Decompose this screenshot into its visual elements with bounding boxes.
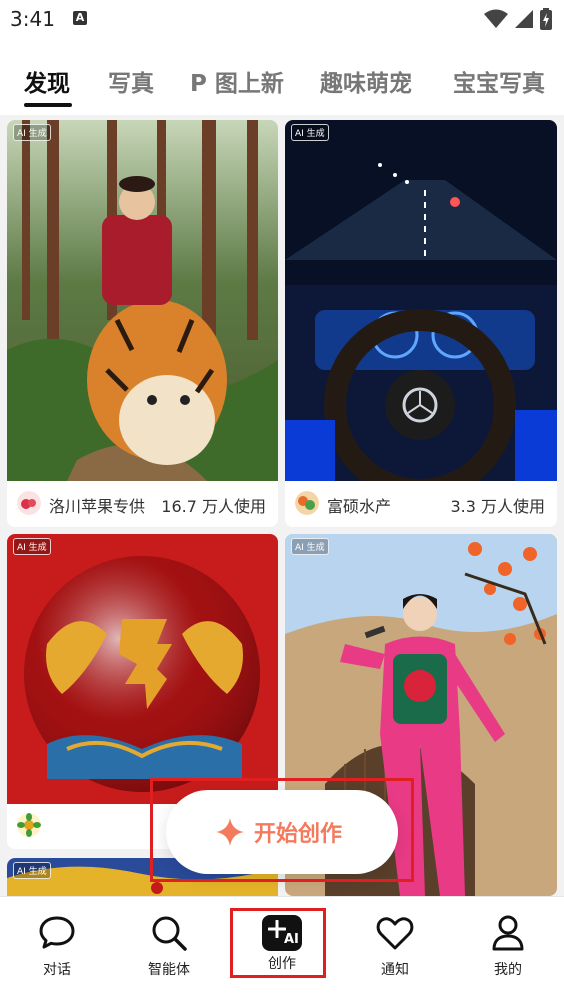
ai-generated-badge: AI 生成 — [13, 538, 51, 555]
card-usage-count: 3.3 万人使用 — [450, 497, 545, 516]
feed-card[interactable]: AI 生成 洛川苹果专供 16.7 万人使用 — [7, 120, 278, 527]
start-creating-label: 开始创作 — [254, 822, 343, 847]
chat-bubble-icon — [39, 916, 75, 949]
nav-item-profile[interactable]: 我的 — [478, 913, 538, 979]
status-time: 3:41 — [10, 7, 55, 31]
tab-portrait[interactable]: 写真 — [108, 64, 154, 98]
tab-baby-portrait[interactable]: 宝宝写真 — [453, 64, 545, 98]
card-footer: 洛川苹果专供 16.7 万人使用 — [7, 481, 278, 527]
card-footer: 富硕水产 3.3 万人使用 — [285, 481, 557, 527]
card-image-car-interior: AI 生成 — [285, 120, 557, 481]
nav-label: 通知 — [381, 962, 409, 978]
tab-discover[interactable]: 发现 — [24, 64, 70, 98]
card-author: 洛川苹果专供 — [49, 497, 146, 516]
nav-label: 对话 — [43, 962, 71, 978]
active-tab-indicator — [24, 103, 72, 107]
avatar — [295, 491, 319, 515]
start-creating-button[interactable]: 开始创作 — [166, 790, 398, 874]
card-image-crystal-ball: AI 生成 — [7, 534, 278, 804]
heart-icon — [376, 917, 414, 950]
avatar — [17, 813, 41, 837]
person-icon — [492, 915, 524, 951]
ai-create-icon: AI — [262, 915, 302, 951]
battery-icon — [540, 8, 552, 30]
nav-item-create[interactable]: AI 创作 — [252, 913, 312, 973]
ai-generated-badge: AI 生成 — [291, 124, 329, 141]
nav-label: 创作 — [268, 956, 296, 972]
avatar — [17, 491, 41, 515]
nav-label: 智能体 — [148, 962, 190, 978]
nav-item-chat[interactable]: 对话 — [27, 913, 87, 979]
nav-label: 我的 — [494, 962, 522, 978]
category-tabs: 发现 写真 P 图上新 趣味萌宠 宝宝写真 — [0, 40, 564, 115]
nav-item-notifications[interactable]: 通知 — [365, 913, 425, 979]
search-icon — [152, 916, 187, 951]
tab-p-image-new[interactable]: P 图上新 — [190, 64, 284, 98]
card-author: 富硕水产 — [327, 497, 392, 516]
status-bar: 3:41 A — [0, 0, 564, 40]
ai-generated-badge: AI 生成 — [13, 862, 51, 879]
wifi-icon — [484, 9, 508, 28]
card-usage-count: 16.7 万人使用 — [161, 497, 266, 516]
system-icons — [484, 8, 552, 30]
card-image-tiger-rider: AI 生成 — [7, 120, 278, 481]
tab-fun-pets[interactable]: 趣味萌宠 — [320, 64, 412, 98]
bottom-nav: 对话 智能体 AI 创作 通知 我的 — [0, 896, 564, 1003]
sparkle-icon — [216, 818, 244, 846]
feed-card[interactable]: AI 生成 富硕水产 3.3 万人使用 — [285, 120, 557, 527]
notification-a-icon: A — [73, 11, 87, 25]
ai-generated-badge: AI 生成 — [13, 124, 51, 141]
ai-icon-text: AI — [284, 932, 299, 947]
ai-generated-badge: AI 生成 — [291, 538, 329, 555]
nav-item-agents[interactable]: 智能体 — [139, 913, 199, 979]
signal-icon — [515, 10, 533, 28]
